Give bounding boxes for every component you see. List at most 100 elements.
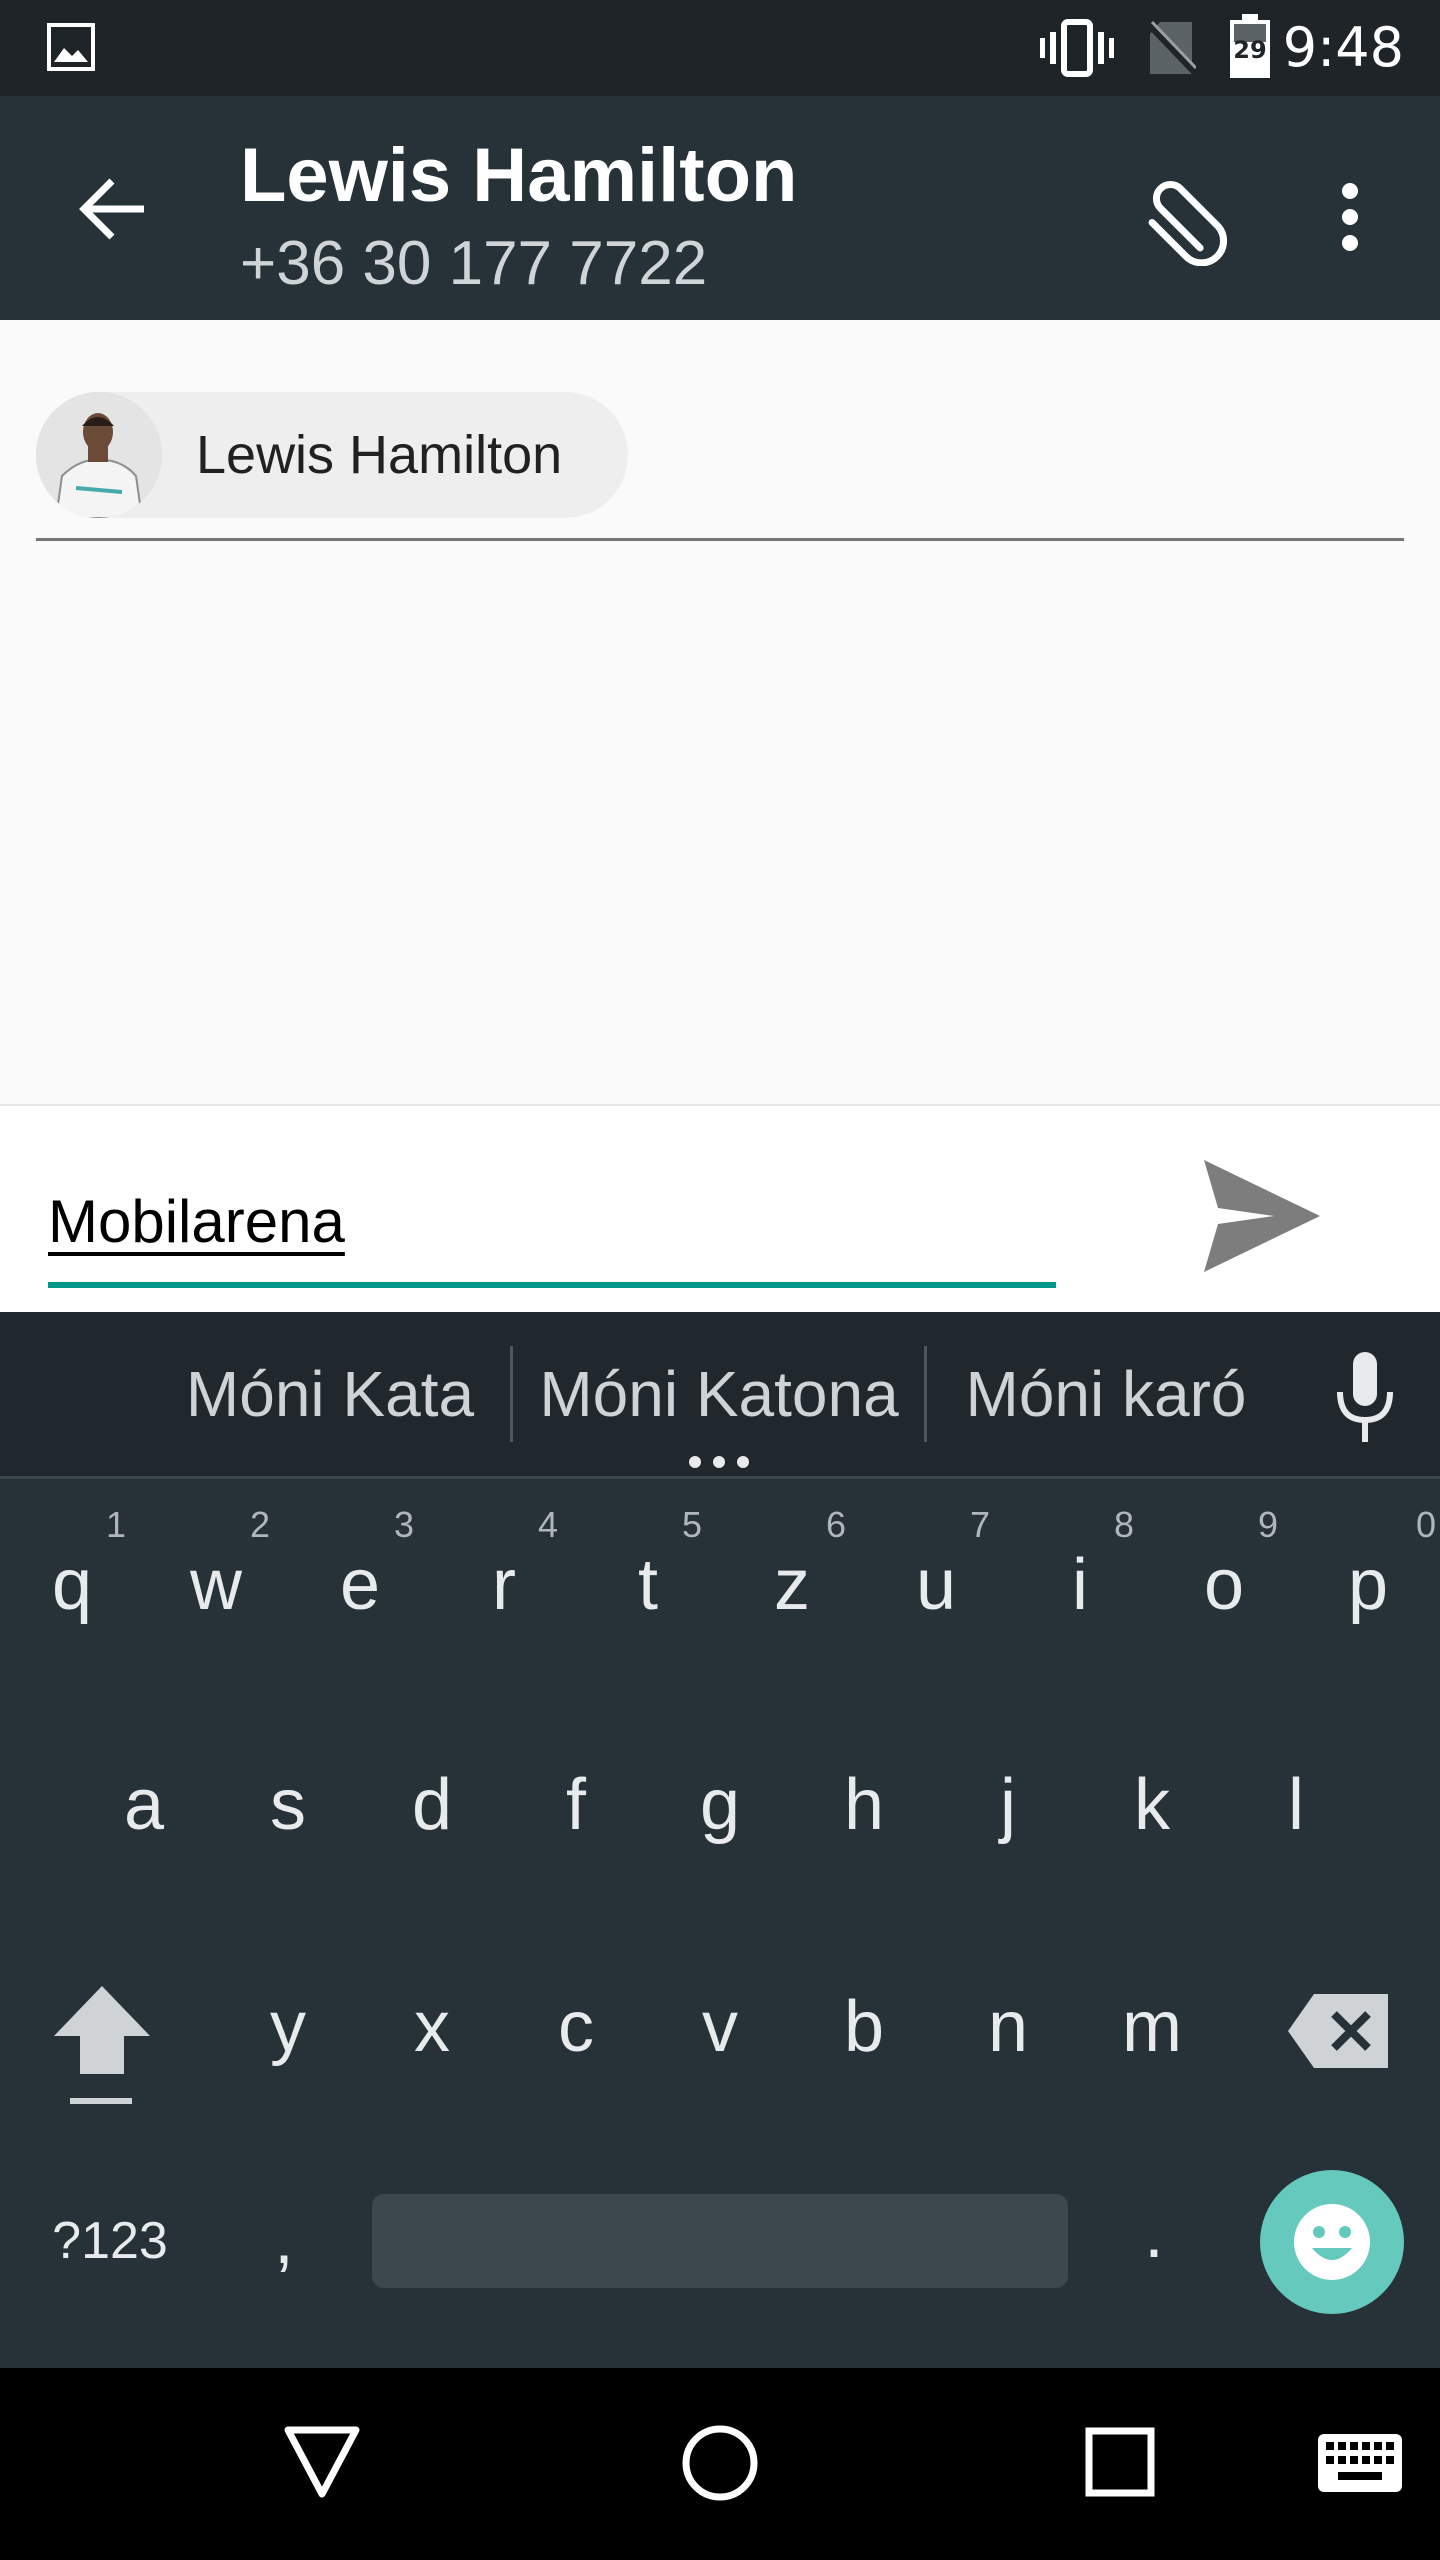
key-x[interactable]: x bbox=[360, 1942, 504, 2142]
avatar bbox=[36, 392, 162, 518]
recipient-name: Lewis Hamilton bbox=[196, 425, 563, 485]
key-label: h bbox=[843, 1765, 885, 1845]
recipient-chip[interactable]: Lewis Hamilton bbox=[36, 392, 628, 518]
key-label: x bbox=[414, 1987, 450, 2067]
symbols-key[interactable]: ?123 bbox=[30, 2186, 190, 2296]
suggestion-2[interactable]: Móni Katona bbox=[522, 1348, 916, 1440]
nav-home-circle-icon bbox=[682, 2425, 758, 2501]
input-underline bbox=[48, 1282, 1056, 1288]
emoji-key[interactable] bbox=[1260, 2170, 1404, 2314]
status-time: 9:48 bbox=[1282, 16, 1404, 79]
key-o[interactable]: 9o bbox=[1152, 1500, 1296, 1700]
key-label: d bbox=[411, 1765, 453, 1845]
soft-keyboard: Móni Kata Móni Katona Móni karó 1q 2w 3e… bbox=[0, 1312, 1440, 2368]
back-button[interactable] bbox=[48, 148, 178, 268]
key-h[interactable]: h bbox=[792, 1720, 936, 1920]
key-j[interactable]: j bbox=[936, 1720, 1080, 1920]
period-key[interactable]: . bbox=[1106, 2168, 1202, 2298]
key-w[interactable]: 2w bbox=[144, 1500, 288, 1700]
key-b[interactable]: b bbox=[792, 1942, 936, 2142]
send-icon bbox=[1204, 1160, 1320, 1272]
more-suggestions-dots[interactable] bbox=[688, 1454, 750, 1473]
key-label: e bbox=[339, 1545, 381, 1625]
key-label: b bbox=[843, 1987, 885, 2067]
key-g[interactable]: g bbox=[648, 1720, 792, 1920]
key-label: z bbox=[774, 1545, 810, 1625]
key-label: n bbox=[987, 1987, 1029, 2067]
conversation-phone-number: +36 30 177 7722 bbox=[240, 229, 708, 298]
more-vert-icon bbox=[1342, 183, 1358, 251]
key-label: o bbox=[1203, 1545, 1245, 1625]
recipient-divider bbox=[36, 538, 1404, 541]
key-label: i bbox=[1072, 1545, 1088, 1625]
key-label: l bbox=[1288, 1765, 1304, 1845]
send-button[interactable] bbox=[1180, 1150, 1340, 1290]
back-arrow-icon bbox=[79, 178, 144, 240]
keyboard-switch-button[interactable] bbox=[1300, 2418, 1420, 2508]
vibrate-icon bbox=[1040, 19, 1114, 77]
key-q[interactable]: 1q bbox=[0, 1500, 144, 1700]
paperclip-icon bbox=[1148, 180, 1227, 266]
contact-photo-icon bbox=[36, 392, 162, 518]
key-a[interactable]: a bbox=[72, 1720, 216, 1920]
comma-key[interactable]: , bbox=[236, 2174, 332, 2304]
key-s[interactable]: s bbox=[216, 1720, 360, 1920]
suggestion-1[interactable]: Móni Kata bbox=[160, 1348, 500, 1440]
key-y[interactable]: y bbox=[216, 1942, 360, 2142]
key-label: p bbox=[1347, 1545, 1389, 1625]
shift-arrow-icon bbox=[54, 1986, 150, 2104]
voice-input-button[interactable] bbox=[1320, 1342, 1410, 1452]
navigation-bar bbox=[0, 2368, 1440, 2560]
shift-key[interactable] bbox=[30, 1952, 174, 2132]
key-label: u bbox=[915, 1545, 957, 1625]
key-p[interactable]: 0p bbox=[1296, 1500, 1440, 1700]
key-label: s bbox=[270, 1765, 306, 1845]
nav-recents-square-icon bbox=[1085, 2427, 1155, 2497]
gallery-notification-icon bbox=[47, 23, 95, 71]
suggestion-divider bbox=[510, 1346, 513, 1442]
key-e[interactable]: 3e bbox=[288, 1500, 432, 1700]
key-u[interactable]: 7u bbox=[864, 1500, 1008, 1700]
battery-level: 29 bbox=[1233, 36, 1267, 64]
key-label: j bbox=[1000, 1765, 1016, 1845]
key-t[interactable]: 5t bbox=[576, 1500, 720, 1700]
key-label: y bbox=[270, 1987, 306, 2067]
key-c[interactable]: c bbox=[504, 1942, 648, 2142]
ellipsis-icon bbox=[689, 1456, 749, 1468]
app-bar: Lewis Hamilton +36 30 177 7722 bbox=[0, 96, 1440, 320]
space-key[interactable] bbox=[372, 2194, 1068, 2288]
key-l[interactable]: l bbox=[1224, 1720, 1368, 1920]
key-n[interactable]: n bbox=[936, 1942, 1080, 2142]
keyboard-icon bbox=[1318, 2434, 1402, 2492]
compose-bar: Mobilarena bbox=[0, 1104, 1440, 1314]
key-label: k bbox=[1134, 1765, 1170, 1845]
key-v[interactable]: v bbox=[648, 1942, 792, 2142]
suggestion-strip: Móni Kata Móni Katona Móni karó bbox=[0, 1312, 1440, 1479]
key-k[interactable]: k bbox=[1080, 1720, 1224, 1920]
backspace-key[interactable] bbox=[1272, 1972, 1416, 2092]
key-label: g bbox=[699, 1765, 741, 1845]
more-options-button[interactable] bbox=[1300, 152, 1400, 282]
key-f[interactable]: f bbox=[504, 1720, 648, 1920]
nav-back-button[interactable] bbox=[262, 2408, 382, 2518]
key-label: c bbox=[558, 1987, 594, 2067]
key-label: w bbox=[190, 1545, 242, 1625]
key-r[interactable]: 4r bbox=[432, 1500, 576, 1700]
conversation-title: Lewis Hamilton bbox=[240, 133, 798, 218]
key-label: q bbox=[51, 1545, 93, 1625]
suggestion-3[interactable]: Móni karó bbox=[936, 1348, 1276, 1440]
key-d[interactable]: d bbox=[360, 1720, 504, 1920]
no-sim-icon bbox=[1146, 20, 1196, 75]
key-label: a bbox=[123, 1765, 165, 1845]
key-i[interactable]: 8i bbox=[1008, 1500, 1152, 1700]
nav-recents-button[interactable] bbox=[1060, 2408, 1180, 2518]
attach-button[interactable] bbox=[1120, 152, 1250, 282]
suggestion-divider bbox=[924, 1346, 927, 1442]
message-input[interactable]: Mobilarena bbox=[48, 1182, 345, 1262]
key-z[interactable]: 6z bbox=[720, 1500, 864, 1700]
key-m[interactable]: m bbox=[1080, 1942, 1224, 2142]
nav-home-button[interactable] bbox=[660, 2408, 780, 2518]
key-label: t bbox=[637, 1545, 658, 1625]
key-label: r bbox=[492, 1545, 516, 1625]
microphone-icon bbox=[1337, 1352, 1393, 1442]
